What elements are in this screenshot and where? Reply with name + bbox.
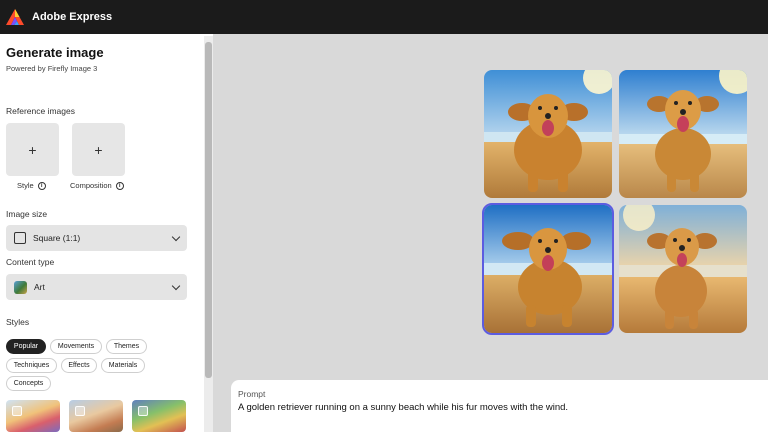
golden-retriever-beach-image: [619, 70, 747, 198]
checkbox-icon: [138, 406, 148, 416]
generate-panel: Generate image Powered by Firefly Image …: [0, 34, 213, 432]
reference-images-label: Reference images: [6, 106, 75, 116]
style-thumbnail[interactable]: [6, 400, 60, 432]
style-tab-effects[interactable]: Effects: [61, 358, 97, 373]
generated-image-3[interactable]: [482, 203, 614, 335]
square-aspect-icon: [14, 232, 26, 244]
scrollbar-thumb[interactable]: [205, 42, 212, 378]
style-tab-popular[interactable]: Popular: [6, 339, 46, 354]
content-type-label: Content type: [6, 257, 55, 267]
checkbox-icon: [12, 406, 22, 416]
plus-icon: +: [28, 141, 37, 158]
generated-image-1[interactable]: [484, 70, 612, 198]
style-tab-techniques[interactable]: Techniques: [6, 358, 57, 373]
content-type-dropdown[interactable]: Art: [6, 274, 187, 300]
image-size-label: Image size: [6, 209, 48, 219]
panel-subtitle: Powered by Firefly Image 3: [6, 64, 98, 73]
plus-icon: +: [94, 141, 103, 158]
panel-title: Generate image: [6, 45, 104, 60]
info-icon[interactable]: i: [37, 181, 46, 190]
golden-retriever-beach-image: [484, 70, 612, 198]
style-tab-movements[interactable]: Movements: [50, 339, 102, 354]
top-bar: Adobe Express: [0, 0, 768, 34]
styles-label: Styles: [6, 317, 30, 327]
style-tab-materials[interactable]: Materials: [101, 358, 145, 373]
art-content-icon: [14, 280, 27, 294]
style-tab-themes[interactable]: Themes: [106, 339, 147, 354]
golden-retriever-beach-image: [484, 205, 612, 333]
prompt-box[interactable]: Prompt A golden retriever running on a s…: [231, 380, 768, 432]
info-icon[interactable]: i: [115, 181, 124, 190]
style-reference-label: Style i: [17, 181, 46, 190]
style-tab-concepts[interactable]: Concepts: [6, 376, 51, 391]
content-type-value: Art: [34, 282, 45, 292]
prompt-label: Prompt: [238, 389, 266, 399]
app-title: Adobe Express: [32, 11, 113, 23]
prompt-input[interactable]: A golden retriever running on a sunny be…: [238, 402, 568, 413]
style-thumbnail[interactable]: [132, 400, 186, 432]
chevron-down-icon: [171, 281, 181, 290]
golden-retriever-beach-image: [619, 205, 747, 333]
adobe-express-logo-icon[interactable]: [6, 9, 24, 25]
image-size-value: Square (1:1): [33, 233, 81, 243]
composition-reference-upload[interactable]: +: [72, 123, 125, 176]
composition-reference-label: Composition i: [70, 181, 124, 190]
style-thumbnail[interactable]: [69, 400, 123, 432]
generated-image-2[interactable]: [619, 70, 747, 198]
style-reference-upload[interactable]: +: [6, 123, 59, 176]
generated-image-4[interactable]: [619, 205, 747, 333]
chevron-down-icon: [171, 232, 181, 241]
panel-scrollbar[interactable]: [204, 36, 213, 432]
image-size-dropdown[interactable]: Square (1:1): [6, 225, 187, 251]
checkbox-icon: [75, 406, 85, 416]
